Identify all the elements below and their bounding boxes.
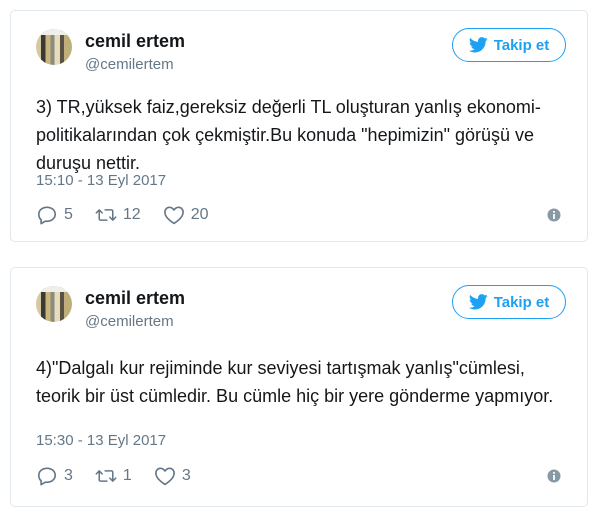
author-name[interactable]: cemil ertem (85, 288, 185, 309)
info-icon[interactable] (546, 207, 562, 223)
author-handle[interactable]: @cemilertem (85, 313, 174, 330)
twitter-bird-icon (468, 37, 488, 53)
reply-button[interactable]: 5 (36, 205, 73, 225)
reply-icon (38, 467, 57, 486)
reply-button[interactable]: 3 (36, 466, 73, 486)
heart-icon (163, 206, 184, 225)
retweet-button[interactable]: 1 (95, 466, 132, 486)
tweet-timestamp[interactable]: 15:10 - 13 Eyl 2017 (36, 172, 166, 189)
avatar[interactable] (36, 286, 72, 322)
follow-label: Takip et (493, 36, 550, 54)
avatar[interactable] (36, 29, 72, 65)
tweet-text: 4)"Dalgalı kur rejiminde kur seviyesi ta… (36, 358, 554, 406)
info-icon[interactable] (546, 468, 562, 484)
tweet-card: cemil ertem @cemilertem Takip et 3) TR,y… (10, 10, 588, 242)
retweet-button[interactable]: 12 (95, 205, 141, 225)
heart-icon (154, 467, 175, 486)
like-button[interactable]: 3 (154, 466, 191, 486)
like-button[interactable]: 20 (163, 205, 209, 225)
like-count: 20 (190, 206, 209, 223)
author-handle[interactable]: @cemilertem (85, 56, 174, 73)
tweet-actions: 3 1 3 (36, 465, 562, 487)
tweet-actions: 5 12 20 (36, 204, 562, 226)
reply-count: 3 (64, 467, 73, 484)
tweet-timestamp[interactable]: 15:30 - 13 Eyl 2017 (36, 432, 166, 449)
retweet-icon (95, 209, 117, 221)
twitter-bird-icon (468, 294, 488, 310)
reply-icon (38, 206, 57, 225)
reply-count: 5 (64, 206, 73, 223)
author-name[interactable]: cemil ertem (85, 31, 185, 52)
retweet-icon (95, 470, 117, 482)
like-count: 3 (181, 467, 191, 484)
follow-button[interactable]: Takip et (452, 28, 566, 62)
tweet-text: 3) TR,yüksek faiz,gereksiz değerli TL ol… (36, 97, 541, 173)
retweet-count: 12 (122, 206, 141, 223)
tweet-card: cemil ertem @cemilertem Takip et 4)"Dalg… (10, 267, 588, 507)
retweet-count: 1 (122, 467, 132, 484)
follow-button[interactable]: Takip et (452, 285, 566, 319)
follow-label: Takip et (493, 293, 550, 311)
